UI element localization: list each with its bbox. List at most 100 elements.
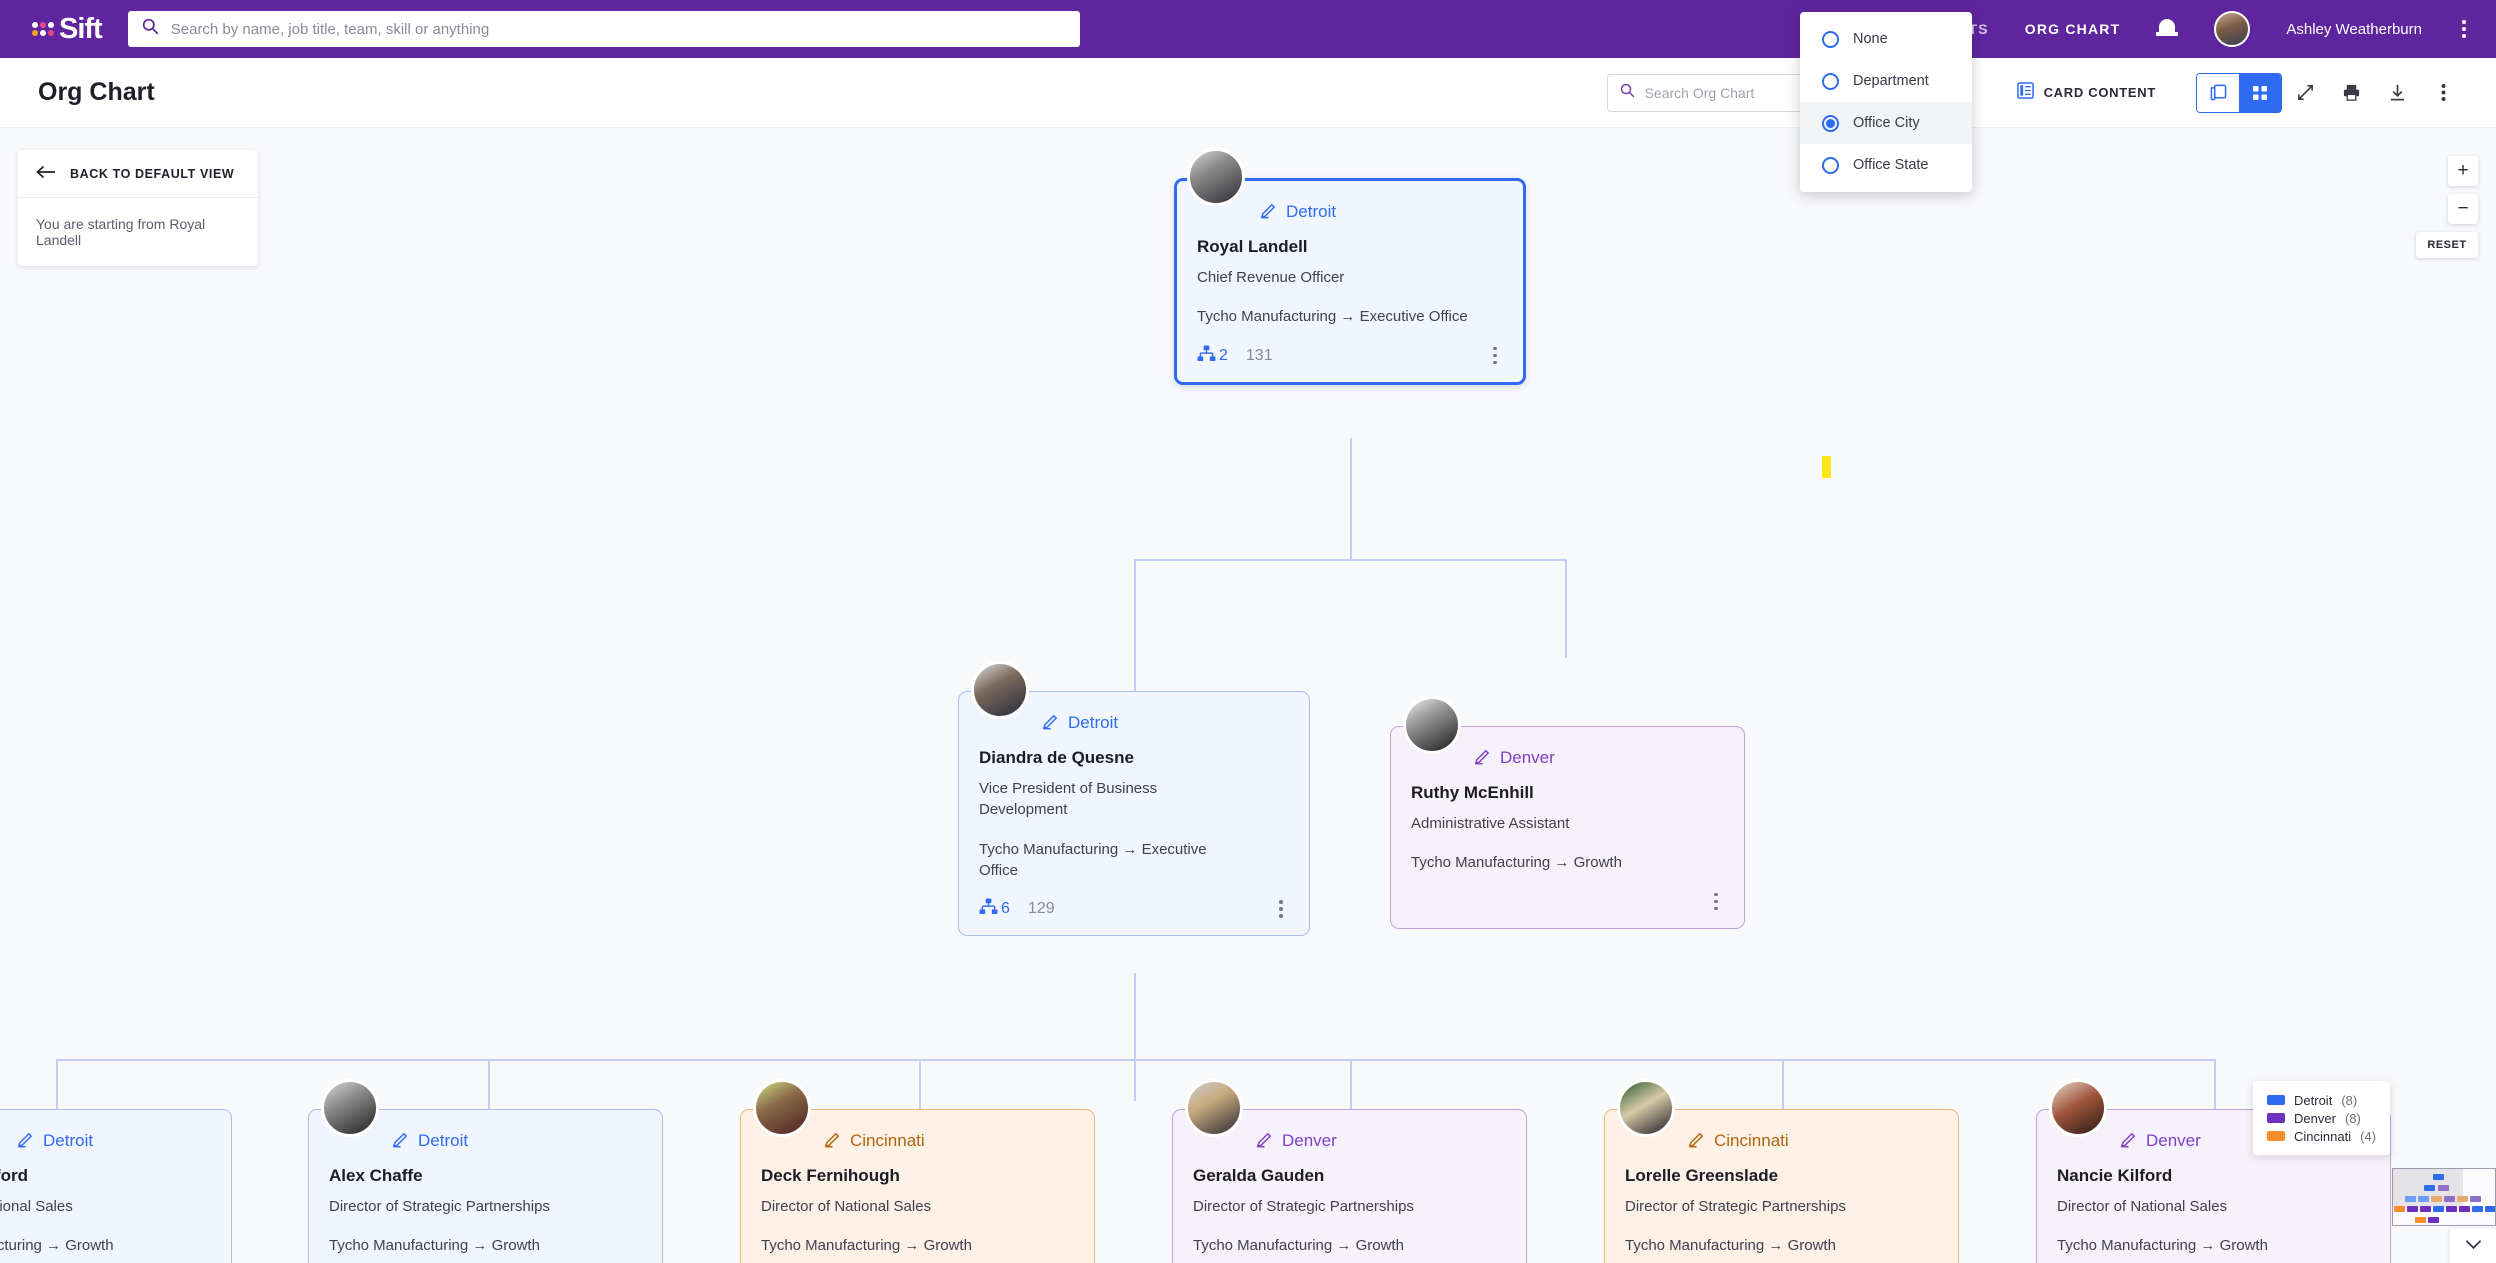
dropdown-option-office-state[interactable]: Office State <box>1800 144 1972 186</box>
org-card[interactable]: Denver Ruthy McEnhill Administrative Ass… <box>1390 726 1745 929</box>
org-card[interactable]: Detroit ssford National Sales ufacturing… <box>0 1109 232 1263</box>
sift-logo[interactable]: Sift <box>32 14 103 44</box>
card-content-label: CARD CONTENT <box>2043 85 2156 100</box>
collapse-minimap-button[interactable] <box>2450 1229 2496 1263</box>
notifications-bell-icon[interactable] <box>2156 17 2179 41</box>
zoom-reset-button[interactable]: RESET <box>2416 232 2478 258</box>
minimap-node <box>2428 1217 2439 1223</box>
card-content-button[interactable]: CARD CONTENT <box>2016 81 2156 104</box>
direct-reports-group[interactable]: 6 <box>979 898 1010 920</box>
view-mode-card-button[interactable] <box>2197 73 2239 112</box>
overflow-menu-button[interactable] <box>2420 73 2466 113</box>
card-menu-icon[interactable] <box>1273 896 1289 922</box>
search-input[interactable] <box>170 20 1066 38</box>
dropdown-option-office-city[interactable]: Office City <box>1800 102 1972 144</box>
connector-to-cut <box>56 1059 58 1109</box>
highlighter-pen-icon <box>1041 711 1060 735</box>
location-row: Detroit <box>1259 199 1503 225</box>
legend-label: Detroit <box>2294 1092 2333 1108</box>
org-node-royal-landell[interactable]: Detroit Royal Landell Chief Revenue Offi… <box>1174 148 1526 385</box>
org-chart-canvas[interactable]: BACK TO DEFAULT VIEW You are starting fr… <box>0 128 2496 1263</box>
person-title: Director of Strategic Partnerships <box>1625 1198 1846 1215</box>
minimap-node <box>2485 1206 2495 1212</box>
person-department: Tycho Manufacturing → Growth <box>329 1237 540 1255</box>
avatar <box>1185 1079 1243 1137</box>
expand-fullscreen-button[interactable] <box>2282 73 2328 113</box>
card-footer <box>1411 890 1724 914</box>
dropdown-option-none[interactable]: None <box>1800 18 1972 60</box>
chevron-down-icon <box>2465 1237 2482 1255</box>
person-department: Tycho Manufacturing → Executive Office <box>979 840 1207 879</box>
user-avatar[interactable] <box>2214 11 2251 47</box>
minimap-node <box>2431 1196 2442 1202</box>
view-mode-grid-button[interactable] <box>2239 73 2281 112</box>
legend-swatch-icon <box>2267 1095 2286 1105</box>
person-name: ssford <box>0 1166 28 1185</box>
highlighter-pen-icon <box>1473 746 1492 770</box>
direct-reports-group[interactable]: 2 <box>1197 345 1228 367</box>
avatar <box>2049 1079 2107 1137</box>
search-icon <box>1620 83 1635 103</box>
location-row: Cincinnati <box>1687 1128 1938 1154</box>
legend-item-cincinnati: Cincinnati (4) <box>2267 1127 2376 1145</box>
minimap-node <box>2438 1185 2449 1191</box>
minimap-node <box>2459 1206 2470 1212</box>
card-footer: 6 129 <box>979 897 1289 921</box>
highlight-by-dropdown: None Department Office City Office State <box>1800 12 1972 192</box>
person-department: Tycho Manufacturing → Executive Office <box>1197 308 1468 326</box>
back-to-default-panel: BACK TO DEFAULT VIEW You are starting fr… <box>18 150 258 266</box>
person-name: Ruthy McEnhill <box>1411 783 1534 802</box>
location-label: Denver <box>1282 1131 1337 1150</box>
global-search[interactable] <box>127 11 1080 47</box>
location-row: Detroit <box>391 1128 642 1154</box>
zoom-controls: + − RESET <box>2416 156 2478 258</box>
nav-link-org-chart[interactable]: ORG CHART <box>2025 21 2121 37</box>
org-node-alex-chaffe[interactable]: Detroit Alex Chaffe Director of Strategi… <box>308 1079 663 1263</box>
minimap[interactable] <box>2392 1168 2496 1226</box>
person-title: Director of National Sales <box>761 1198 932 1215</box>
connector-to-lorelle <box>1782 1059 1784 1109</box>
card-menu-icon[interactable] <box>1708 889 1724 915</box>
connector-to-nancie <box>2214 1059 2216 1109</box>
zoom-out-button[interactable]: − <box>2448 194 2478 224</box>
legend-swatch-icon <box>2267 1113 2286 1123</box>
connector-to-ruthy <box>1565 559 1567 658</box>
org-hierarchy-icon <box>979 898 998 920</box>
org-node-lorelle-greenslade[interactable]: Cincinnati Lorelle Greenslade Director o… <box>1604 1079 1959 1263</box>
download-button[interactable] <box>2374 73 2420 113</box>
minimap-node <box>2433 1206 2444 1212</box>
person-title: Administrative Assistant <box>1411 815 1570 832</box>
location-label: Detroit <box>1068 713 1119 732</box>
highlighter-pen-icon <box>2119 1129 2138 1153</box>
dropdown-option-label: Department <box>1853 73 1929 89</box>
org-node-partial-left[interactable]: Detroit ssford National Sales ufacturing… <box>0 1109 232 1263</box>
highlighter-pen-icon <box>16 1129 35 1153</box>
nav-overflow-menu-icon[interactable] <box>2458 16 2470 42</box>
location-label: Detroit <box>1286 202 1337 221</box>
top-navigation-bar: Sift DIRECTORY TS ORG CHART Ashley Weath… <box>0 0 2496 58</box>
org-node-ruthy-mcenhill[interactable]: Denver Ruthy McEnhill Administrative Ass… <box>1390 696 1745 929</box>
zoom-in-button[interactable]: + <box>2448 156 2478 186</box>
legend-count: (8) <box>2341 1092 2358 1108</box>
connector-to-deck <box>919 1059 921 1109</box>
org-node-diandra-de-quesne[interactable]: Detroit Diandra de Quesne Vice President… <box>958 661 1310 937</box>
org-card[interactable]: Detroit Diandra de Quesne Vice President… <box>958 691 1310 937</box>
highlighter-pen-icon <box>1687 1129 1706 1153</box>
card-menu-icon[interactable] <box>1487 343 1503 369</box>
dropdown-option-department[interactable]: Department <box>1800 60 1972 102</box>
person-department: ufacturing → Growth <box>0 1237 114 1255</box>
user-name-label: Ashley Weatherburn <box>2286 20 2422 38</box>
person-title: Vice President of Business Development <box>979 780 1158 819</box>
org-node-deck-fernihough[interactable]: Cincinnati Deck Fernihough Director of N… <box>740 1079 1095 1263</box>
person-name: Deck Fernihough <box>761 1166 900 1185</box>
back-to-default-button[interactable]: BACK TO DEFAULT VIEW <box>18 150 258 198</box>
minimap-node <box>2457 1196 2468 1202</box>
person-department: Tycho Manufacturing → Growth <box>1411 854 1622 872</box>
view-mode-toggle <box>2196 72 2282 113</box>
person-title: Director of Strategic Partnerships <box>329 1198 550 1215</box>
person-department: Tycho Manufacturing → Growth <box>1193 1237 1404 1255</box>
print-button[interactable] <box>2328 73 2374 113</box>
org-card[interactable]: Detroit Royal Landell Chief Revenue Offi… <box>1174 178 1526 385</box>
org-node-geralda-gauden[interactable]: Denver Geralda Gauden Director of Strate… <box>1172 1079 1527 1263</box>
location-label: Detroit <box>43 1131 94 1150</box>
